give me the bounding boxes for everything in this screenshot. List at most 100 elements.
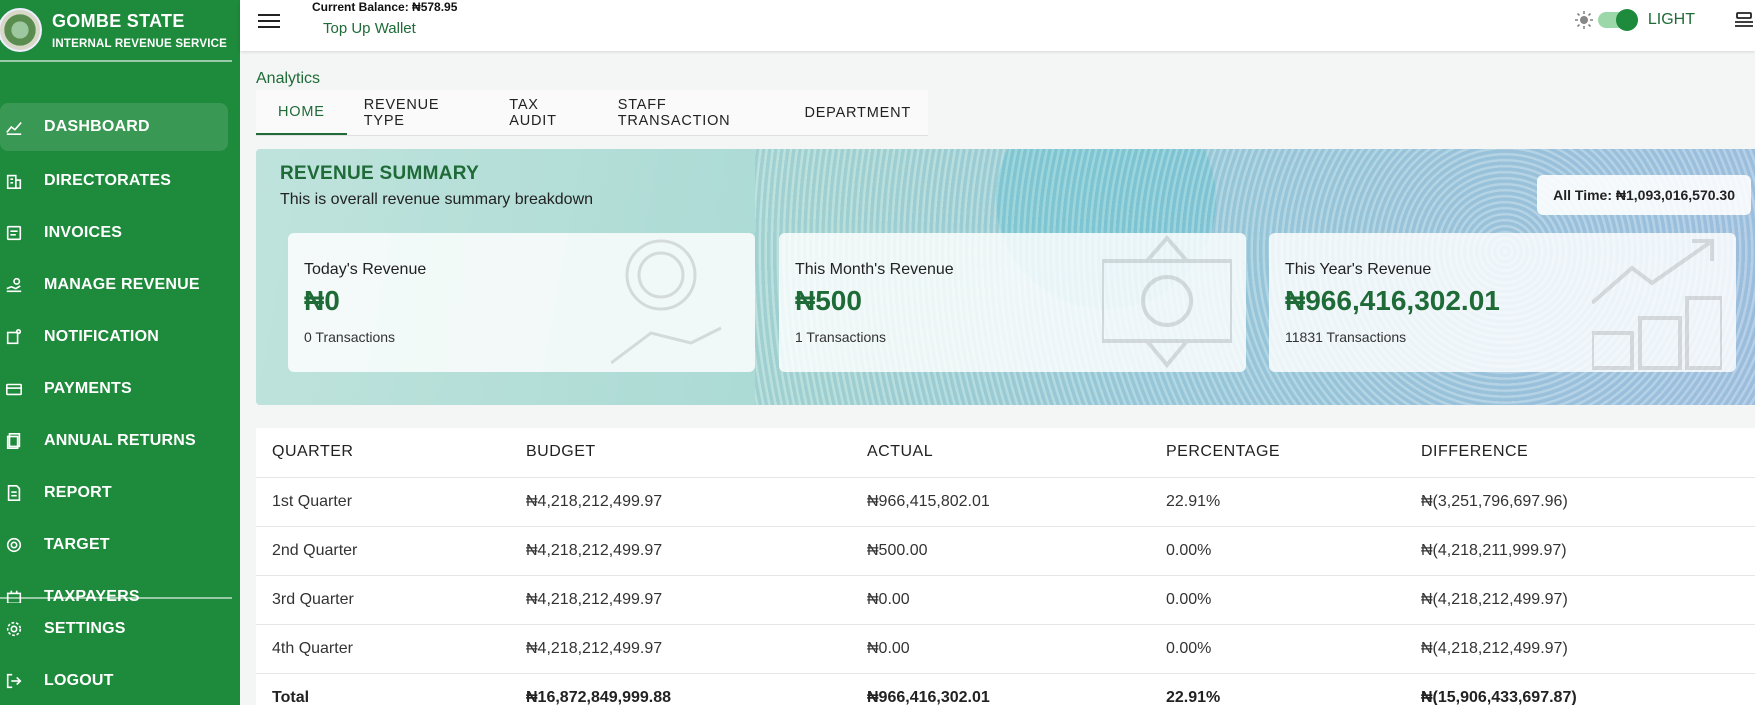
sidebar-item-label: PAYMENTS: [44, 380, 132, 397]
table-total-row: Total ₦16,872,849,999.88 ₦966,416,302.01…: [256, 673, 1755, 705]
summary-subtitle: This is overall revenue summary breakdow…: [280, 191, 594, 208]
actual-cell: ₦500.00: [851, 526, 1150, 576]
today-revenue-card: Today's Revenue ₦0 0 Transactions: [288, 233, 755, 372]
total-budget-cell: ₦16,872,849,999.88: [510, 673, 851, 705]
table-row: 2nd Quarter ₦4,218,212,499.97 ₦500.00 0.…: [256, 526, 1755, 576]
sidebar-item-label: NOTIFICATION: [44, 328, 159, 345]
top-up-wallet-link[interactable]: Top Up Wallet: [323, 20, 416, 37]
target-icon: [4, 536, 24, 554]
quarter-cell: 3rd Quarter: [256, 575, 510, 625]
column-header-actual: ACTUAL: [851, 428, 1150, 478]
sidebar-item-settings[interactable]: SETTINGS: [0, 603, 240, 655]
tab-department[interactable]: DEPARTMENT: [787, 90, 928, 135]
quarter-cell: 2nd Quarter: [256, 526, 510, 576]
total-actual-cell: ₦966,416,302.01: [851, 673, 1150, 705]
theme-switch[interactable]: LIGHT: [1574, 9, 1695, 31]
quarter-cell: 1st Quarter: [256, 477, 510, 527]
budget-cell: ₦4,218,212,499.97: [510, 526, 851, 576]
receipt-icon: [4, 224, 24, 242]
sidebar-nav: DASHBOARD DIRECTORATES INVOICES MANAGE R…: [0, 103, 240, 603]
sidebar: GOMBE STATE INTERNAL REVENUE SERVICE DAS…: [0, 0, 240, 705]
hand-coins-icon: [4, 276, 24, 294]
sidebar-item-manage-revenue[interactable]: MANAGE REVENUE: [0, 259, 240, 311]
summary-title: REVENUE SUMMARY: [280, 163, 480, 184]
theme-label: LIGHT: [1647, 11, 1695, 28]
building-icon: [4, 172, 24, 190]
growth-coins-icon: [1592, 239, 1722, 370]
table-header-row: QUARTER BUDGET ACTUAL PERCENTAGE DIFFERE…: [256, 428, 1755, 478]
tab-home[interactable]: HOME: [256, 90, 347, 135]
sidebar-item-directorates[interactable]: DIRECTORATES: [0, 155, 240, 207]
banknote-icon: [1102, 234, 1232, 369]
all-time-revenue-badge: All Time: ₦1,093,016,570.30: [1537, 175, 1751, 215]
sidebar-item-report[interactable]: REPORT: [0, 467, 240, 519]
percentage-cell: 0.00%: [1150, 526, 1405, 576]
revenue-summary-banner: REVENUE SUMMARY This is overall revenue …: [256, 149, 1755, 405]
budget-cell: ₦4,218,212,499.97: [510, 624, 851, 674]
difference-cell: ₦(4,218,212,499.97): [1405, 624, 1755, 674]
actual-cell: ₦0.00: [851, 575, 1150, 625]
sidebar-item-logout[interactable]: LOGOUT: [0, 655, 240, 705]
sidebar-item-dashboard[interactable]: DASHBOARD: [0, 103, 228, 151]
sidebar-item-label: DASHBOARD: [44, 118, 150, 135]
sidebar-item-label: SETTINGS: [44, 620, 126, 637]
sidebar-item-annual-returns[interactable]: ANNUAL RETURNS: [0, 415, 240, 467]
tab-revenue-type[interactable]: REVENUE TYPE: [347, 90, 493, 135]
users-icon: [4, 588, 24, 603]
budget-cell: ₦4,218,212,499.97: [510, 477, 851, 527]
sidebar-item-label: MANAGE REVENUE: [44, 276, 200, 293]
theme-toggle[interactable]: [1597, 9, 1638, 31]
difference-cell: ₦(4,218,212,499.97): [1405, 575, 1755, 625]
sidebar-bottom-nav: SETTINGS LOGOUT: [0, 603, 240, 705]
sun-icon: [1574, 11, 1593, 29]
sidebar-item-label: TAXPAYERS: [44, 588, 140, 603]
sidebar-divider: [0, 597, 232, 599]
documents-icon: [4, 432, 24, 450]
breadcrumb: Analytics: [256, 70, 321, 87]
tab-tax-audit[interactable]: TAX AUDIT: [492, 90, 601, 135]
logout-icon: [4, 672, 24, 690]
column-header-budget: BUDGET: [510, 428, 851, 478]
brand-title: GOMBE STATE: [52, 10, 185, 31]
quarter-cell: 4th Quarter: [256, 624, 510, 674]
bell-icon: [4, 328, 24, 346]
table-row: 4th Quarter ₦4,218,212,499.97 ₦0.00 0.00…: [256, 624, 1755, 674]
gear-icon: [4, 620, 24, 638]
sidebar-item-target[interactable]: TARGET: [0, 519, 240, 571]
topbar: Current Balance: ₦578.95 Top Up Wallet L…: [240, 0, 1755, 51]
total-percentage-cell: 22.91%: [1150, 673, 1405, 705]
sidebar-item-label: DIRECTORATES: [44, 172, 172, 189]
sidebar-item-notification[interactable]: NOTIFICATION: [0, 311, 240, 363]
analytics-tabs: HOME REVENUE TYPE TAX AUDIT STAFF TRANSA…: [256, 90, 928, 136]
profile-menu-icon[interactable]: [1733, 10, 1755, 30]
sidebar-item-label: INVOICES: [44, 224, 123, 241]
brand-subtitle: INTERNAL REVENUE SERVICE: [52, 37, 227, 50]
current-balance: Current Balance: ₦578.95: [312, 0, 458, 14]
sidebar-item-payments[interactable]: PAYMENTS: [0, 363, 240, 415]
table-row: 1st Quarter ₦4,218,212,499.97 ₦966,415,8…: [256, 477, 1755, 527]
tab-staff-transaction[interactable]: STAFF TRANSACTION: [601, 90, 788, 135]
percentage-cell: 0.00%: [1150, 575, 1405, 625]
actual-cell: ₦0.00: [851, 624, 1150, 674]
sidebar-item-label: ANNUAL RETURNS: [44, 432, 196, 449]
column-header-difference: DIFFERENCE: [1405, 428, 1755, 478]
year-revenue-card: This Year's Revenue ₦966,416,302.01 1183…: [1269, 233, 1736, 372]
quarterly-budget-table: QUARTER BUDGET ACTUAL PERCENTAGE DIFFERE…: [256, 428, 1755, 705]
sidebar-item-label: REPORT: [44, 484, 112, 501]
state-seal-logo: [0, 8, 42, 52]
budget-cell: ₦4,218,212,499.97: [510, 575, 851, 625]
sidebar-item-label: LOGOUT: [44, 672, 114, 689]
report-icon: [4, 484, 24, 502]
percentage-cell: 0.00%: [1150, 624, 1405, 674]
column-header-quarter: QUARTER: [256, 428, 510, 478]
sidebar-item-invoices[interactable]: INVOICES: [0, 207, 240, 259]
naira-hand-icon: [611, 239, 722, 365]
total-difference-cell: ₦(15,906,433,697.87): [1405, 673, 1755, 705]
brand[interactable]: GOMBE STATE INTERNAL REVENUE SERVICE: [0, 0, 232, 62]
month-revenue-card: This Month's Revenue ₦500 1 Transactions: [779, 233, 1246, 372]
hamburger-menu-icon[interactable]: [258, 10, 280, 30]
difference-cell: ₦(4,218,211,999.97): [1405, 526, 1755, 576]
sidebar-item-label: TARGET: [44, 536, 110, 553]
total-label-cell: Total: [256, 673, 510, 705]
chart-line-icon: [4, 118, 24, 136]
